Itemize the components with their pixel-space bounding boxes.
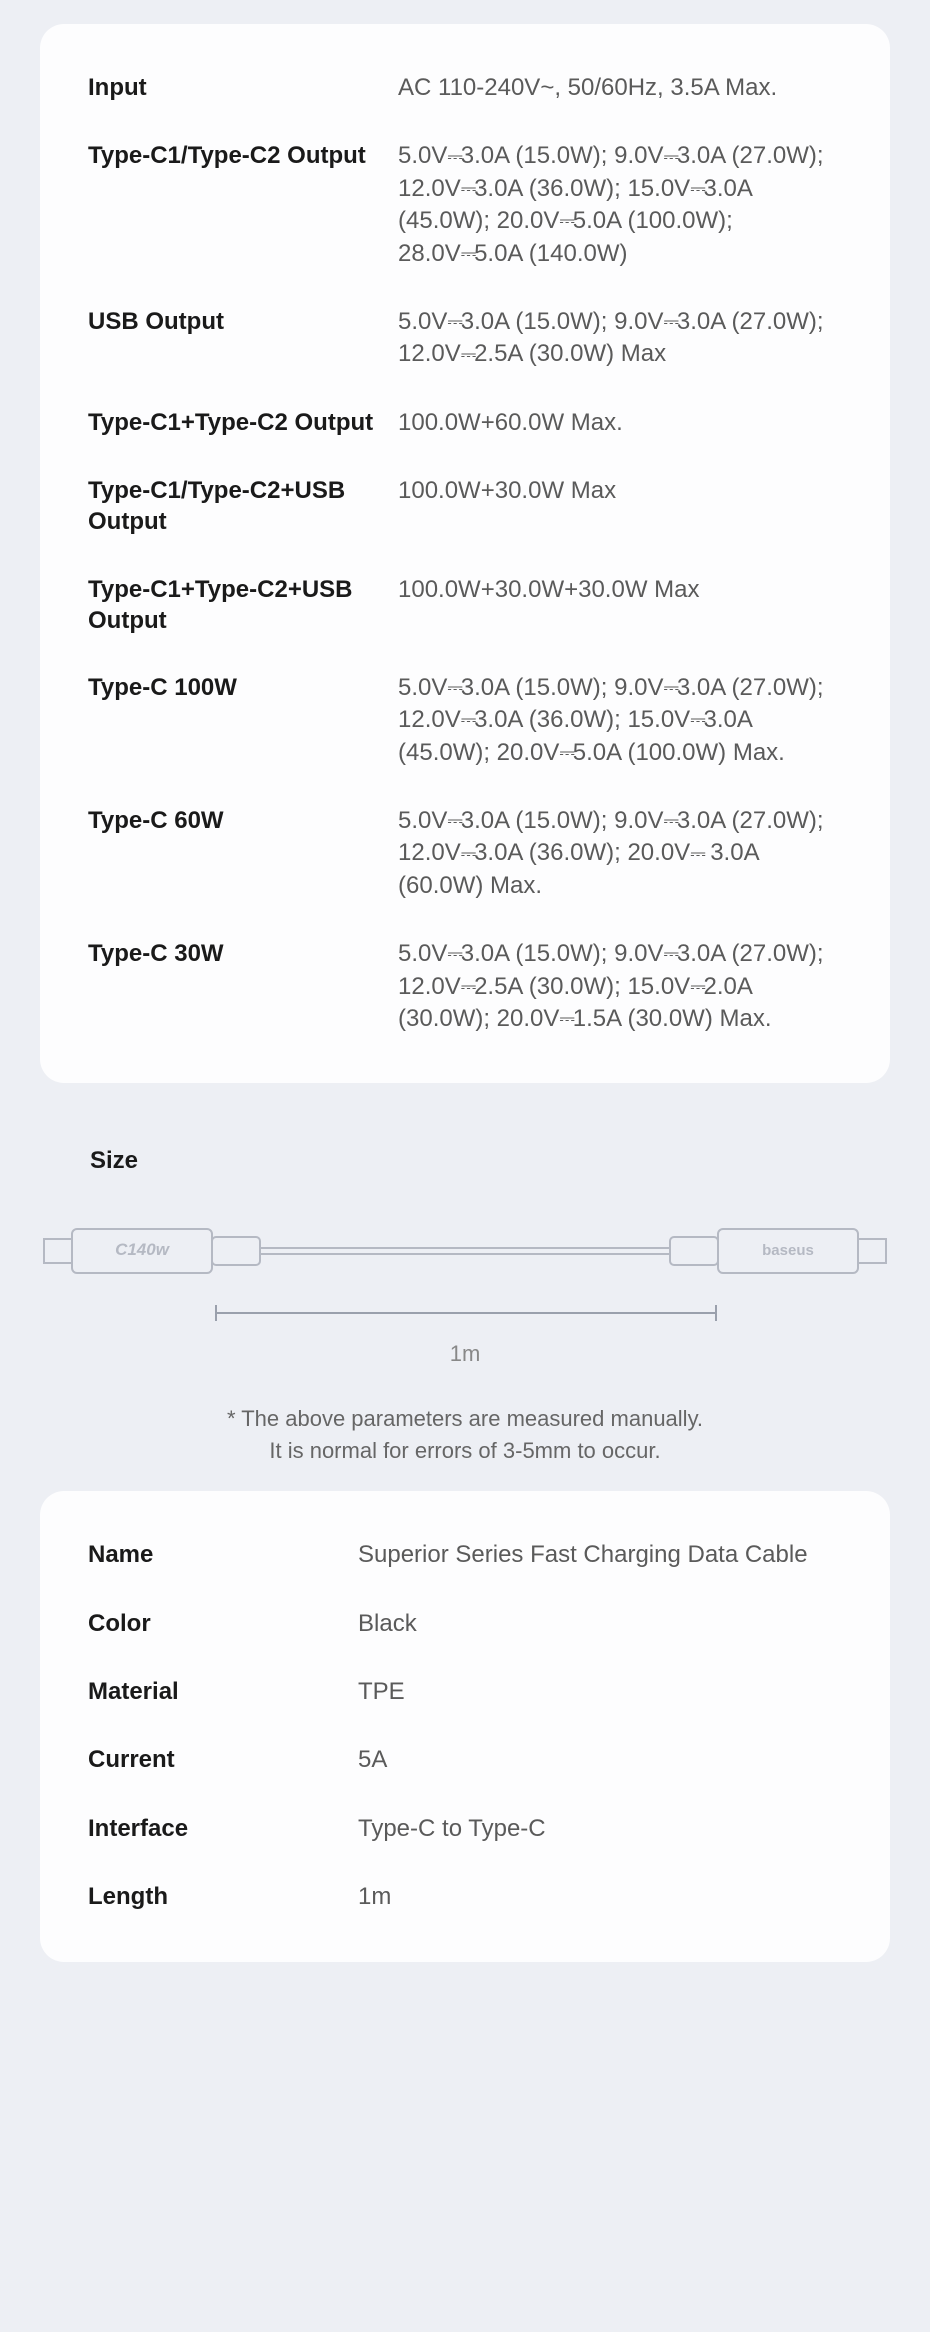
spec-row: Current5A <box>88 1744 842 1776</box>
spec-row: InputAC 110-240V~, 50/60Hz, 3.5A Max. <box>88 72 842 104</box>
spec-label: Type-C 60W <box>88 805 398 836</box>
spec-value: 100.0W+30.0W Max <box>398 475 842 507</box>
spec-value: 5.0V⎓3.0A (15.0W); 9.0V⎓3.0A (27.0W); 12… <box>398 805 842 902</box>
spec-row: Type-C1/Type-C2+USB Output100.0W+30.0W M… <box>88 475 842 537</box>
cable-spec-card: NameSuperior Series Fast Charging Data C… <box>40 1491 890 1961</box>
spec-value: TPE <box>358 1676 842 1708</box>
spec-label: Type-C1+Type-C2+USB Output <box>88 574 398 636</box>
spec-row: Type-C1/Type-C2 Output5.0V⎓3.0A (15.0W);… <box>88 140 842 270</box>
spec-value: 5.0V⎓3.0A (15.0W); 9.0V⎓3.0A (27.0W); 12… <box>398 938 842 1035</box>
spec-value: 5.0V⎓3.0A (15.0W); 9.0V⎓3.0A (27.0W); 12… <box>398 140 842 270</box>
spec-value: 100.0W+60.0W Max. <box>398 407 842 439</box>
spec-label: Type-C 100W <box>88 672 398 703</box>
charger-spec-card: InputAC 110-240V~, 50/60Hz, 3.5A Max. Typ… <box>40 24 890 1083</box>
spec-row: InterfaceType-C to Type-C <box>88 1813 842 1845</box>
spec-value: 5A <box>358 1744 842 1776</box>
spec-label: Length <box>88 1881 358 1912</box>
spec-label: Type-C1+Type-C2 Output <box>88 407 398 438</box>
spec-label: Interface <box>88 1813 358 1844</box>
spec-label: Material <box>88 1676 358 1707</box>
size-heading: Size <box>90 1147 840 1175</box>
spec-label: Input <box>88 72 398 103</box>
spec-value: 5.0V⎓3.0A (15.0W); 9.0V⎓3.0A (27.0W); 12… <box>398 672 842 769</box>
spec-row: MaterialTPE <box>88 1676 842 1708</box>
spec-row: Length1m <box>88 1881 842 1913</box>
spec-value: Black <box>358 1608 842 1640</box>
spec-label: Type-C1/Type-C2+USB Output <box>88 475 398 537</box>
spec-label: Type-C1/Type-C2 Output <box>88 140 398 171</box>
spec-label: Color <box>88 1608 358 1639</box>
spec-value: AC 110-240V~, 50/60Hz, 3.5A Max. <box>398 72 842 104</box>
size-section: Size C140w baseus 1m * The above paramet… <box>0 1107 930 1467</box>
spec-list: InputAC 110-240V~, 50/60Hz, 3.5A Max. Typ… <box>88 72 842 1035</box>
dimension-line <box>40 1296 890 1332</box>
svg-text:C140w: C140w <box>115 1240 171 1259</box>
spec-label: Name <box>88 1539 358 1570</box>
spec-label: Current <box>88 1744 358 1775</box>
spec-value: 5.0V⎓3.0A (15.0W); 9.0V⎓3.0A (27.0W); 12… <box>398 306 842 371</box>
spec-value: 100.0W+30.0W+30.0W Max <box>398 574 842 606</box>
spec-row: USB Output5.0V⎓3.0A (15.0W); 9.0V⎓3.0A (… <box>88 306 842 371</box>
svg-text:baseus: baseus <box>762 1242 814 1259</box>
cable-diagram: C140w baseus <box>40 1211 890 1291</box>
spec-value: 1m <box>358 1881 842 1913</box>
spec-label: USB Output <box>88 306 398 337</box>
spec-value: Type-C to Type-C <box>358 1813 842 1845</box>
spec-list: NameSuperior Series Fast Charging Data C… <box>88 1539 842 1913</box>
spec-row: Type-C1+Type-C2+USB Output100.0W+30.0W+3… <box>88 574 842 636</box>
spec-value: Superior Series Fast Charging Data Cable <box>358 1539 842 1571</box>
length-label: 1m <box>40 1341 890 1367</box>
spec-row: ColorBlack <box>88 1608 842 1640</box>
spec-label: Type-C 30W <box>88 938 398 969</box>
footnote: * The above parameters are measured manu… <box>40 1403 890 1467</box>
spec-row: NameSuperior Series Fast Charging Data C… <box>88 1539 842 1571</box>
spec-row: Type-C 100W5.0V⎓3.0A (15.0W); 9.0V⎓3.0A … <box>88 672 842 769</box>
spec-row: Type-C1+Type-C2 Output100.0W+60.0W Max. <box>88 407 842 439</box>
spec-row: Type-C 60W5.0V⎓3.0A (15.0W); 9.0V⎓3.0A (… <box>88 805 842 902</box>
spec-row: Type-C 30W5.0V⎓3.0A (15.0W); 9.0V⎓3.0A (… <box>88 938 842 1035</box>
